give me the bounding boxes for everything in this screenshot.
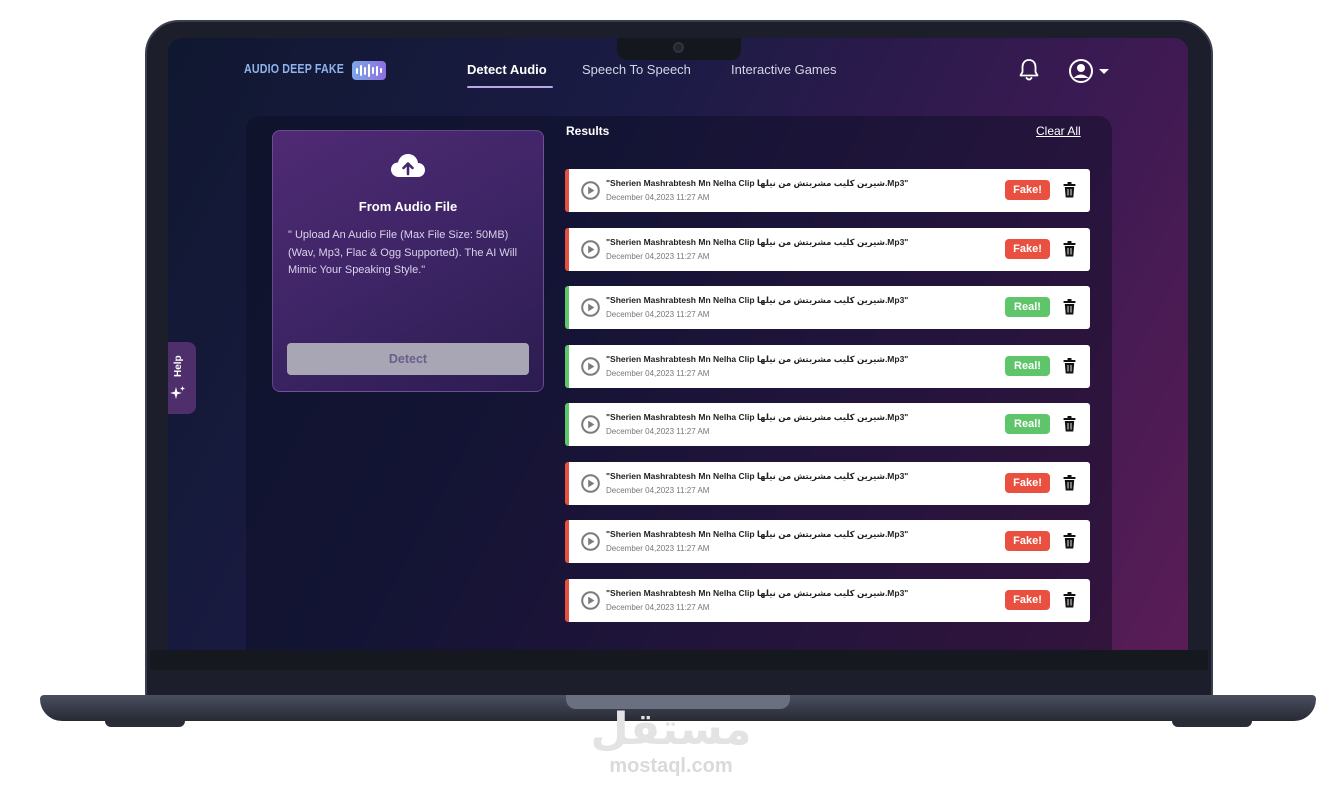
trash-icon[interactable] [1063,357,1076,374]
detect-button[interactable]: Detect [287,343,529,375]
result-row: "Sherien Mashrabtesh Mn Nelha Clip شيرين… [565,403,1090,446]
caret-down-icon [1099,69,1109,74]
result-file-name: "Sherien Mashrabtesh Mn Nelha Clip شيرين… [606,353,909,364]
result-date: December 04,2023 11:27 AM [606,310,710,319]
upload-description: " Upload An Audio File (Max File Size: 5… [288,229,518,276]
trash-icon[interactable] [1063,591,1076,608]
play-icon[interactable] [581,590,600,610]
trash-icon[interactable] [1063,533,1076,549]
play-icon[interactable] [581,415,600,434]
result-date: December 04,2023 11:27 AM [606,368,710,378]
verdict-badge: Fake! [1005,238,1050,259]
cloud-upload-icon [391,154,425,177]
verdict-badge: Fake! [1005,472,1050,493]
bell-icon[interactable] [1018,58,1040,82]
verdict-badge: Fake! [1005,531,1050,551]
verdict-badge: Fake! [1005,180,1050,200]
verdict-badge: Real! [1005,414,1050,434]
trash-icon[interactable] [1063,240,1076,257]
play-icon[interactable] [581,298,600,317]
verdict-badge: Real! [1005,355,1050,376]
trash-icon[interactable] [1063,182,1076,198]
verdict-badge: Fake! [1005,589,1050,610]
play-icon[interactable] [581,356,600,376]
user-circle-icon [1077,64,1085,72]
play-icon[interactable] [581,532,600,551]
clear-all-link[interactable]: Clear All [1036,124,1081,138]
result-file-name: "Sherien Mashrabtesh Mn Nelha Clip شيرين… [606,295,909,305]
trash-icon[interactable] [1063,299,1076,315]
sparkle-icon [170,386,185,399]
result-date: December 04,2023 11:27 AM [606,602,710,612]
app-logo-text[interactable]: AUDIO DEEP FAKE [244,61,344,76]
result-file-name: "Sherien Mashrabtesh Mn Nelha Clip شيرين… [606,236,909,247]
nav-active-indicator [467,86,553,88]
trash-icon[interactable] [1063,474,1076,491]
result-row: "Sherien Mashrabtesh Mn Nelha Clip شيرين… [565,461,1090,505]
result-file-name: "Sherien Mashrabtesh Mn Nelha Clip شيرين… [606,412,909,422]
nav-speech-to-speech[interactable]: Speech To Speech [582,62,691,77]
waveform-logo-icon [352,61,386,80]
result-file-name: "Sherien Mashrabtesh Mn Nelha Clip شيرين… [606,470,909,481]
result-date: December 04,2023 11:27 AM [606,544,710,553]
result-row: "Sherien Mashrabtesh Mn Nelha Clip شيرين… [565,227,1090,271]
result-row: "Sherien Mashrabtesh Mn Nelha Clip شيرين… [565,520,1090,563]
verdict-badge: Real! [1005,297,1050,317]
result-date: December 04,2023 11:27 AM [606,193,710,202]
trash-icon[interactable] [1063,416,1076,432]
help-label: Help [173,355,184,377]
result-date: December 04,2023 11:27 AM [606,251,710,261]
camera-icon [673,42,684,53]
account-menu[interactable] [1068,58,1110,84]
watermark-latin: mostaql.com [609,755,733,777]
nav-interactive-games[interactable]: Interactive Games [731,62,837,77]
result-file-name: "Sherien Mashrabtesh Mn Nelha Clip شيرين… [606,587,909,598]
watermark-arabic: مستقل [590,705,752,754]
nav-detect-audio[interactable]: Detect Audio [467,62,547,77]
laptop-foot-left [105,719,185,727]
result-file-name: "Sherien Mashrabtesh Mn Nelha Clip شيرين… [606,178,909,188]
camera-notch [617,38,741,60]
result-row: "Sherien Mashrabtesh Mn Nelha Clip شيرين… [565,286,1090,329]
result-row: "Sherien Mashrabtesh Mn Nelha Clip شيرين… [565,169,1090,212]
result-file-name: "Sherien Mashrabtesh Mn Nelha Clip شيرين… [606,529,909,539]
result-row: "Sherien Mashrabtesh Mn Nelha Clip شيرين… [565,578,1090,622]
upload-title: From Audio File [358,199,458,214]
results-title: Results [566,124,610,138]
screen-bottom-bezel [150,650,1208,670]
play-icon[interactable] [581,473,600,493]
result-date: December 04,2023 11:27 AM [606,427,710,436]
play-icon[interactable] [581,181,600,200]
result-row: "Sherien Mashrabtesh Mn Nelha Clip شيرين… [565,344,1090,388]
results-list: "Sherien Mashrabtesh Mn Nelha Clip شيرين… [565,169,1090,637]
laptop-foot-right [1172,719,1252,727]
result-date: December 04,2023 11:27 AM [606,485,710,495]
play-icon[interactable] [581,239,600,259]
